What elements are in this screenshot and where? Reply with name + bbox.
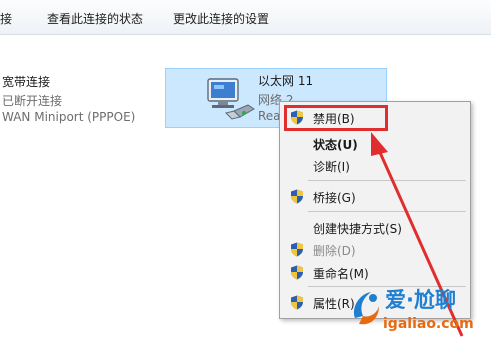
- toolbar-view-status-button[interactable]: 查看此连接的状态: [47, 10, 143, 27]
- menu-item-status[interactable]: 状态(U): [280, 132, 470, 154]
- adapter-name: 以太网 11: [258, 74, 314, 88]
- adapter-broadband[interactable]: 宽带连接 已断开连接 WAN Miniport (PPPOE): [2, 70, 162, 130]
- watermark-logo-icon: [353, 292, 379, 325]
- menu-item-bridge[interactable]: 桥接(G): [280, 185, 470, 207]
- menu-separator: [308, 211, 466, 212]
- network-adapter-icon: [207, 78, 255, 120]
- menu-item-label: 诊断(I): [313, 160, 350, 174]
- uac-shield-icon: [291, 265, 303, 280]
- adapter-status: Rea: [258, 109, 281, 123]
- adapter-device: WAN Miniport (PPPOE): [2, 110, 136, 124]
- uac-shield-icon: [291, 295, 303, 310]
- uac-shield-icon: [291, 242, 303, 257]
- adapter-status: 已断开连接: [2, 94, 63, 108]
- menu-item-create-shortcut[interactable]: 创建快捷方式(S): [280, 216, 470, 238]
- watermark-url: igaliao.com: [383, 316, 474, 332]
- menu-item-label: 创建快捷方式(S): [313, 222, 402, 236]
- menu-separator: [308, 180, 466, 181]
- command-bar: 连接 查看此连接的状态 更改此连接的设置: [0, 0, 491, 35]
- toolbar-connect-button[interactable]: 连接: [0, 10, 12, 27]
- menu-item-label: 删除(D): [313, 244, 356, 258]
- uac-shield-icon: [291, 189, 303, 204]
- menu-item-label: 桥接(G): [313, 191, 356, 205]
- adapter-name: 宽带连接: [2, 75, 51, 89]
- menu-item-diagnose[interactable]: 诊断(I): [280, 154, 470, 176]
- menu-item-delete[interactable]: 删除(D): [280, 238, 470, 260]
- menu-item-label: 状态(U): [313, 138, 358, 152]
- highlight-box: [284, 105, 388, 131]
- menu-item-label: 重命名(M): [313, 267, 369, 281]
- toolbar-change-settings-button[interactable]: 更改此连接的设置: [173, 10, 269, 27]
- menu-item-rename[interactable]: 重命名(M): [280, 261, 470, 283]
- watermark: 爱·尬聊 igaliao.com: [345, 282, 491, 341]
- watermark-title: 爱·尬聊: [385, 288, 456, 312]
